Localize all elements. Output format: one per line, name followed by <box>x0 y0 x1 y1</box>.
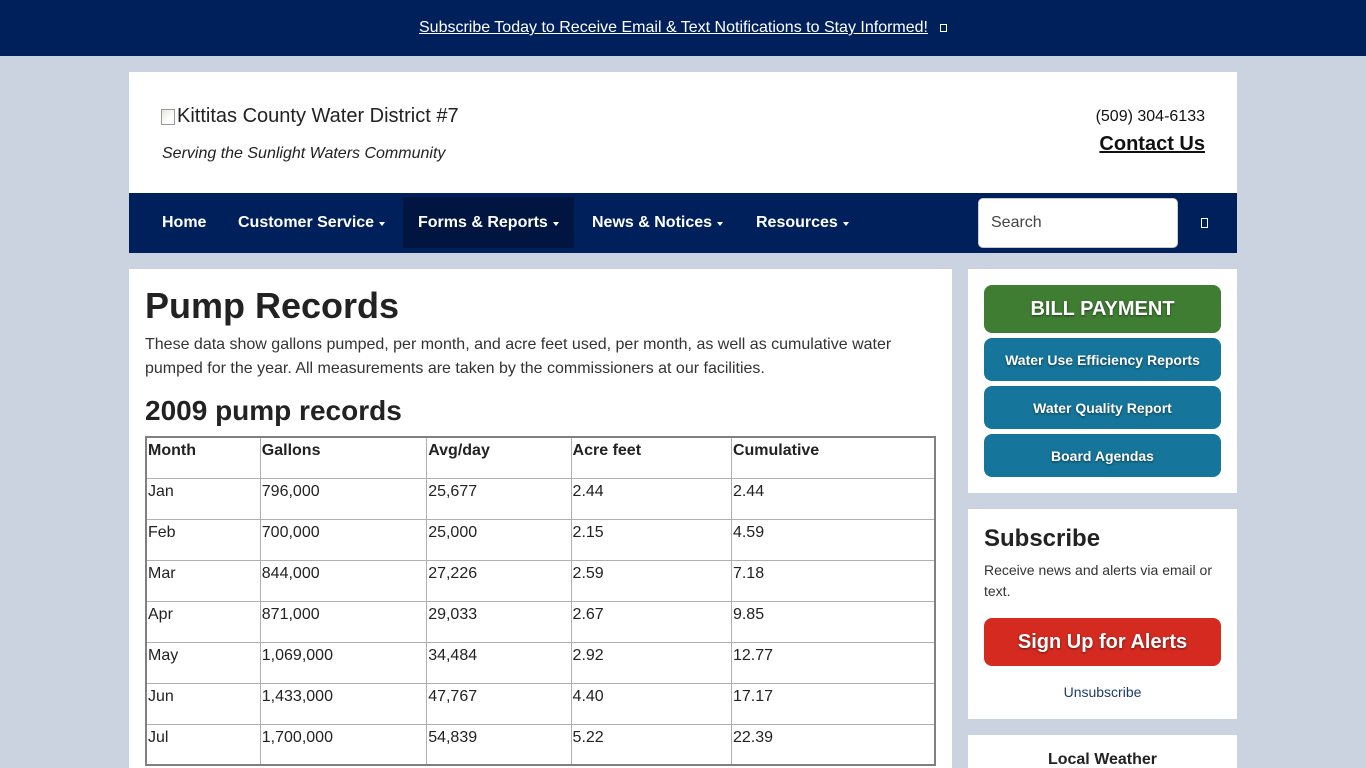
broken-image-icon <box>161 108 175 125</box>
subscribe-banner-link[interactable]: Subscribe Today to Receive Email & Text … <box>419 19 947 37</box>
nav-item-home[interactable]: Home <box>147 197 221 248</box>
sign-up-alerts-button[interactable]: Sign Up for Alerts <box>984 618 1221 666</box>
nav-item-news-notices[interactable]: News & Notices <box>577 197 738 248</box>
table-cell: Jun <box>145 682 261 725</box>
page-title: Pump Records <box>145 285 400 326</box>
table-cell: 1,700,000 <box>259 723 428 766</box>
table-cell: Apr <box>145 600 261 643</box>
column-header: Acre feet <box>570 436 732 479</box>
phone-number[interactable]: (509) 304-6133 <box>1096 108 1205 126</box>
table-cell: 9.85 <box>730 600 936 643</box>
section-title: 2009 pump records <box>145 395 402 426</box>
table-cell: 7.18 <box>730 559 936 602</box>
table-cell: 2.44 <box>570 477 732 520</box>
table-cell: Jul <box>145 723 261 766</box>
table-cell: 17.17 <box>730 682 936 725</box>
site-logo-alt-text: Kittitas County Water District #7 <box>177 105 459 127</box>
weather-panel: Local Weather <box>968 735 1237 768</box>
table-cell: 54,839 <box>426 723 572 766</box>
table-cell: 12.77 <box>730 641 936 684</box>
main-content: Pump Records These data show gallons pum… <box>129 269 952 768</box>
search-icon <box>1200 218 1208 228</box>
search-button[interactable] <box>1189 208 1219 238</box>
board-agendas-button[interactable]: Board Agendas <box>984 434 1221 477</box>
contact-us-link[interactable]: Contact Us <box>1099 133 1205 156</box>
table-row: Jun 1,433,000 47,767 4.40 17.17 <box>145 682 936 725</box>
water-use-efficiency-reports-button[interactable]: Water Use Efficiency Reports <box>984 338 1221 381</box>
search-input[interactable]: Search <box>978 198 1178 248</box>
table-cell: 47,767 <box>426 682 572 725</box>
site-logo[interactable]: Kittitas County Water District #7 <box>161 105 459 128</box>
nav-item-label: Home <box>162 213 207 231</box>
column-header: Avg/day <box>426 436 572 479</box>
subscribe-title: Subscribe <box>984 525 1101 552</box>
nav-item-customer-service[interactable]: Customer Service <box>223 197 400 248</box>
intro-text: These data show gallons pumped, per mont… <box>145 336 892 377</box>
table-cell: 2.15 <box>570 518 732 561</box>
table-cell: 22.39 <box>730 723 936 766</box>
subscribe-banner-text: Subscribe Today to Receive Email & Text … <box>419 19 928 36</box>
weather-title: Local Weather <box>1047 751 1158 768</box>
site-tagline: Serving the Sunlight Waters Community <box>162 145 446 162</box>
quick-links-panel: BILL PAYMENT Water Use Efficiency Report… <box>968 269 1237 493</box>
bill-payment-button[interactable]: BILL PAYMENT <box>984 285 1221 333</box>
table-cell: 25,000 <box>426 518 572 561</box>
table-cell: 2.67 <box>570 600 732 643</box>
unsubscribe-link[interactable]: Unsubscribe <box>968 684 1237 700</box>
table-cell: 796,000 <box>259 477 428 520</box>
table-row: May 1,069,000 34,484 2.92 12.77 <box>145 641 936 684</box>
nav-item-label: News & Notices <box>592 213 713 231</box>
table-row: Apr 871,000 29,033 2.67 9.85 <box>145 600 936 643</box>
nav-item-resources[interactable]: Resources <box>741 197 864 248</box>
table-cell: 4.59 <box>730 518 936 561</box>
table-cell: 5.22 <box>570 723 732 766</box>
table-row: Feb 700,000 25,000 2.15 4.59 <box>145 518 936 561</box>
external-link-icon <box>939 24 947 32</box>
table-cell: 871,000 <box>259 600 428 643</box>
table-cell: 700,000 <box>259 518 428 561</box>
subscribe-panel: Subscribe Receive news and alerts via em… <box>968 509 1237 719</box>
table-cell: 2.44 <box>730 477 936 520</box>
subscribe-text: Receive news and alerts via email or tex… <box>984 562 1212 599</box>
chevron-down-icon <box>552 221 559 226</box>
table-row: Jul 1,700,000 54,839 5.22 22.39 <box>145 723 936 766</box>
table-cell: 2.59 <box>570 559 732 602</box>
chevron-down-icon <box>379 221 386 226</box>
table-cell: Mar <box>145 559 261 602</box>
table-row: Jan 796,000 25,677 2.44 2.44 <box>145 477 936 520</box>
site-header: Kittitas County Water District #7 Servin… <box>129 72 1237 193</box>
table-cell: 844,000 <box>259 559 428 602</box>
nav-item-label: Customer Service <box>238 213 375 231</box>
table-cell: May <box>145 641 261 684</box>
table-cell: 1,069,000 <box>259 641 428 684</box>
column-header: Cumulative <box>730 436 936 479</box>
table-header-row: Month Gallons Avg/day Acre feet Cumulati… <box>145 436 936 479</box>
nav-item-forms-reports[interactable]: Forms & Reports <box>403 197 574 248</box>
main-navigation: Home Customer Service Forms & Reports Ne… <box>129 193 1237 253</box>
chevron-down-icon <box>842 221 849 226</box>
nav-item-label: Resources <box>756 213 838 231</box>
chevron-down-icon <box>717 221 724 226</box>
table-cell: 4.40 <box>570 682 732 725</box>
table-row: Mar 844,000 27,226 2.59 7.18 <box>145 559 936 602</box>
table-cell: 27,226 <box>426 559 572 602</box>
subscribe-banner: Subscribe Today to Receive Email & Text … <box>0 0 1366 56</box>
pump-records-table: Month Gallons Avg/day Acre feet Cumulati… <box>145 436 936 766</box>
table-cell: 1,433,000 <box>259 682 428 725</box>
table-cell: 25,677 <box>426 477 572 520</box>
table-cell: Feb <box>145 518 261 561</box>
table-cell: Jan <box>145 477 261 520</box>
table-cell: 2.92 <box>570 641 732 684</box>
column-header: Gallons <box>259 436 428 479</box>
table-cell: 34,484 <box>426 641 572 684</box>
table-cell: 29,033 <box>426 600 572 643</box>
water-quality-report-button[interactable]: Water Quality Report <box>984 386 1221 429</box>
nav-item-label: Forms & Reports <box>418 213 548 231</box>
column-header: Month <box>145 436 261 479</box>
